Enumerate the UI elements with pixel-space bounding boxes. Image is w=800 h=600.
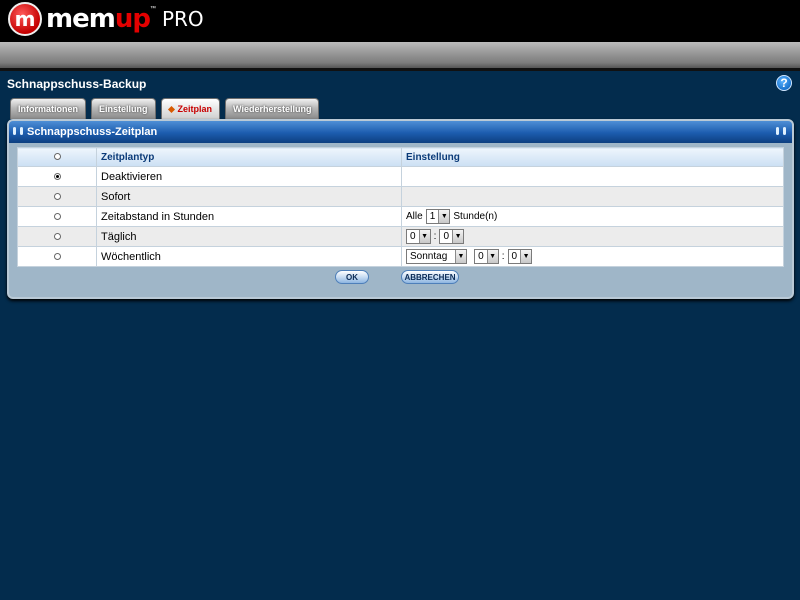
radio-zeitabstand[interactable] bbox=[53, 213, 61, 221]
radio-deaktivieren[interactable] bbox=[53, 173, 61, 181]
interval-suffix: Stunde(n) bbox=[453, 211, 498, 222]
header-radio bbox=[53, 153, 61, 161]
chevron-down-icon: ▼ bbox=[452, 230, 464, 243]
table-row: Wöchentlich Sonntag ▼ 0 ▼ : 0 ▼ bbox=[17, 246, 784, 267]
logo-pro-text: PRO bbox=[161, 7, 204, 31]
memup-pro-logo: m memup ™ PRO bbox=[8, 2, 204, 36]
help-icon[interactable]: ? bbox=[776, 75, 792, 91]
drag-handle-icon[interactable] bbox=[13, 127, 23, 137]
chevron-down-icon: ▼ bbox=[455, 250, 466, 263]
column-header-setting: Einstellung bbox=[401, 147, 784, 167]
memup-logo-badge-icon: m bbox=[8, 2, 42, 36]
row-label: Sofort bbox=[96, 186, 402, 207]
schedule-table: Zeitplantyp Einstellung Deaktivieren Sof… bbox=[17, 147, 784, 267]
panel-title: Schnappschuss-Zeitplan bbox=[27, 126, 158, 138]
weekly-hour-select[interactable]: 0 ▼ bbox=[474, 249, 499, 264]
column-header-type: Zeitplantyp bbox=[96, 147, 402, 167]
chevron-down-icon: ▼ bbox=[418, 230, 430, 243]
panel-header: Schnappschuss-Zeitplan bbox=[9, 121, 792, 143]
table-row: Zeitabstand in Stunden Alle 1 ▼ Stunde(n) bbox=[17, 206, 784, 227]
header-bar: m memup ™ PRO bbox=[0, 0, 800, 42]
radio-taeglich[interactable] bbox=[53, 233, 61, 241]
cancel-button[interactable]: ABBRECHEN bbox=[401, 270, 459, 284]
table-header-row: Zeitplantyp Einstellung bbox=[17, 147, 784, 167]
time-separator: : bbox=[433, 231, 437, 242]
row-label: Deaktivieren bbox=[96, 166, 402, 187]
tab-bar: Informationen Einstellung Zeitplan Wiede… bbox=[10, 98, 324, 119]
header-radio-cell bbox=[17, 147, 97, 167]
row-label: Täglich bbox=[96, 226, 402, 247]
weekly-minute-select[interactable]: 0 ▼ bbox=[507, 249, 533, 264]
chevron-down-icon: ▼ bbox=[486, 250, 498, 263]
time-separator: : bbox=[501, 251, 505, 262]
tab-zeitplan[interactable]: Zeitplan bbox=[160, 98, 221, 119]
interval-prefix: Alle bbox=[406, 211, 423, 222]
divider bbox=[0, 68, 800, 71]
table-row: Täglich 0 ▼ : 0 ▼ bbox=[17, 226, 784, 247]
ok-button[interactable]: OK bbox=[335, 270, 369, 284]
collapse-handle-icon[interactable] bbox=[776, 127, 786, 137]
active-tab-marker-icon bbox=[167, 105, 175, 113]
radio-woechentlich[interactable] bbox=[53, 253, 61, 261]
page-title: Schnappschuss-Backup bbox=[7, 77, 147, 91]
trademark-symbol: ™ bbox=[149, 6, 156, 12]
row-label: Zeitabstand in Stunden bbox=[96, 206, 402, 227]
tab-einstellung[interactable]: Einstellung bbox=[91, 98, 156, 119]
row-label: Wöchentlich bbox=[96, 246, 402, 267]
table-row: Sofort bbox=[17, 186, 784, 207]
tab-informationen[interactable]: Informationen bbox=[10, 98, 86, 119]
chevron-down-icon: ▼ bbox=[520, 250, 532, 263]
daily-hour-select[interactable]: 0 ▼ bbox=[406, 229, 431, 244]
tab-zeitplan-label: Zeitplan bbox=[177, 104, 213, 114]
tab-wiederherstellung[interactable]: Wiederherstellung bbox=[225, 98, 320, 119]
logo-wordmark: memup bbox=[46, 4, 151, 34]
schedule-panel: Schnappschuss-Zeitplan Zeitplantyp Einst… bbox=[7, 119, 794, 299]
chevron-down-icon: ▼ bbox=[438, 210, 450, 223]
table-row: Deaktivieren bbox=[17, 166, 784, 187]
radio-sofort[interactable] bbox=[53, 193, 61, 201]
weekly-day-select[interactable]: Sonntag ▼ bbox=[406, 249, 467, 264]
menu-bar bbox=[0, 42, 800, 68]
interval-hours-select[interactable]: 1 ▼ bbox=[425, 209, 451, 224]
daily-minute-select[interactable]: 0 ▼ bbox=[439, 229, 465, 244]
